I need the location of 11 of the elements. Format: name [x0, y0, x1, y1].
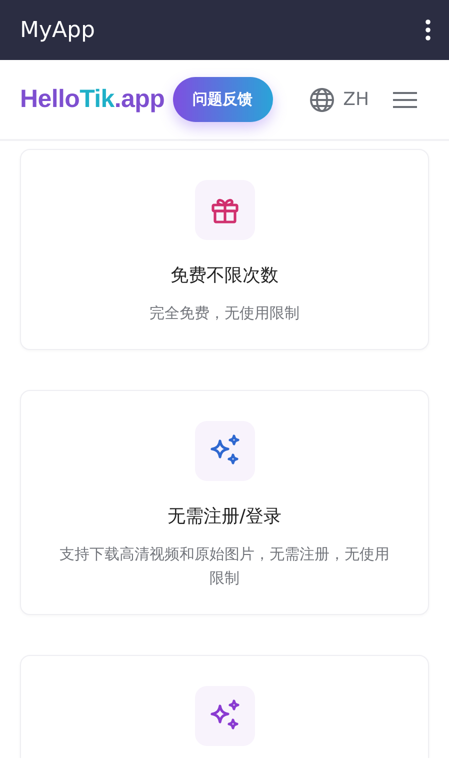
- feature-description: 完全免费，无使用限制: [150, 303, 300, 324]
- globe-icon[interactable]: [309, 86, 336, 112]
- app-title: MyApp: [20, 16, 95, 44]
- feature-title: 无需注册/登录: [167, 505, 282, 529]
- menu-icon[interactable]: [393, 92, 417, 108]
- feature-description: 支持下载高清视频和原始图片，无需注册，无使用限制: [60, 544, 390, 589]
- language-label[interactable]: ZH: [343, 86, 369, 113]
- feedback-button[interactable]: 问题反馈: [172, 77, 273, 122]
- feature-title: 免费不限次数: [170, 264, 278, 288]
- logo[interactable]: HelloTik.app: [20, 80, 165, 118]
- more-icon[interactable]: [425, 19, 431, 41]
